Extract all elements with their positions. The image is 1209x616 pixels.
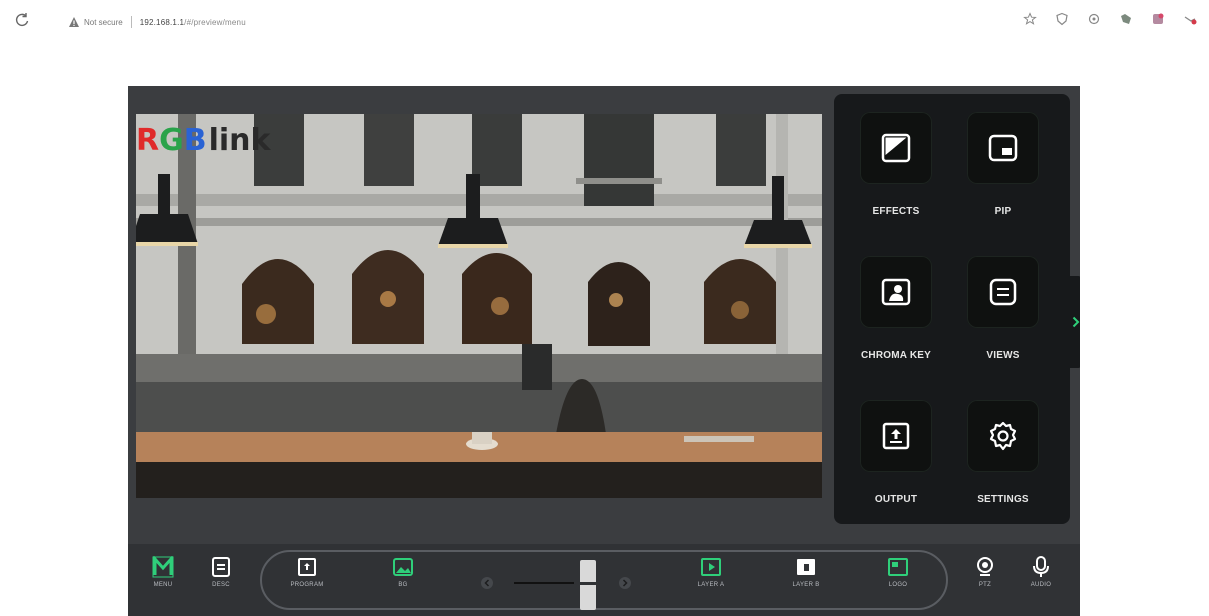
program-label: PROGRAM <box>290 582 324 588</box>
shield-icon[interactable] <box>1055 12 1069 26</box>
profile-extension-icon[interactable] <box>1151 12 1165 26</box>
bg-label: BG <box>398 582 408 588</box>
image-icon <box>393 558 413 576</box>
chevron-right-icon[interactable] <box>618 576 632 590</box>
chevron-left-icon[interactable] <box>480 576 494 590</box>
layer-a-icon <box>701 558 721 576</box>
chroma-key-label: CHROMA KEY <box>861 350 931 361</box>
effects-icon <box>881 133 911 163</box>
browser-toolbar: Not secure 192.168.1.1/#/preview/menu <box>0 0 1209 44</box>
pip-icon <box>988 134 1018 162</box>
microphone-icon <box>1033 556 1049 577</box>
desc-button[interactable]: DESC <box>186 556 256 608</box>
menu-panel: EFFECTS PIP CHROMA KEY VIEWS OUTPUT SETT… <box>834 94 1070 524</box>
browser-extensions <box>1023 12 1197 26</box>
settings-icon <box>989 421 1017 451</box>
document-icon <box>212 557 230 577</box>
logo-button[interactable]: LOGO <box>863 556 933 608</box>
star-icon[interactable] <box>1023 12 1037 26</box>
settings-button[interactable] <box>967 400 1039 472</box>
settings-label: SETTINGS <box>977 494 1029 505</box>
logo-label: LOGO <box>888 582 908 588</box>
logo-b: B <box>183 122 207 158</box>
layer-a-button[interactable]: LAYER A <box>676 556 746 608</box>
url-text: 192.168.1.1/#/preview/menu <box>140 18 246 27</box>
logo-word: link <box>208 122 271 158</box>
url-path: /#/preview/menu <box>184 17 246 27</box>
slider-track <box>514 582 574 584</box>
switcher-app: R G B link EFFECTS PIP CHROMA KEY VIEWS … <box>128 86 1080 616</box>
layer-b-label: LAYER B <box>792 582 820 588</box>
layer-b-icon <box>797 559 815 575</box>
program-button[interactable]: PROGRAM <box>272 556 342 608</box>
rgblink-logo: R G B link <box>136 122 271 158</box>
url-host: 192.168.1.1 <box>139 17 185 27</box>
menu-m-icon <box>152 556 174 578</box>
views-button[interactable] <box>967 256 1039 328</box>
chevron-right-icon <box>1072 316 1080 328</box>
views-label: VIEWS <box>986 350 1020 361</box>
pip-label: PIP <box>994 206 1012 217</box>
program-icon <box>298 558 316 576</box>
video-preview[interactable]: R G B link <box>136 114 822 580</box>
extension-icon[interactable] <box>1119 12 1133 26</box>
logo-icon <box>888 558 908 576</box>
pip-button[interactable] <box>967 112 1039 184</box>
logo-g: G <box>159 122 184 158</box>
warning-icon <box>69 17 79 27</box>
bg-button[interactable]: BG <box>368 556 438 608</box>
logo-r: R <box>136 122 160 158</box>
not-secure-label: Not secure <box>84 17 123 27</box>
preview-image <box>136 114 822 580</box>
chroma-key-icon <box>881 278 911 306</box>
views-icon <box>989 278 1017 306</box>
output-icon <box>882 422 910 450</box>
output-label: OUTPUT <box>874 494 918 505</box>
layer-a-label: LAYER A <box>697 582 725 588</box>
bottom-toolbar: MENU DESC PROGRAM BG LAYER A LAYER B LOG… <box>128 544 1080 616</box>
panel-collapse-handle[interactable] <box>1070 276 1080 368</box>
camera-icon <box>977 557 993 576</box>
divider <box>130 16 132 28</box>
layer-b-button[interactable]: LAYER B <box>771 556 841 608</box>
audio-label: AUDIO <box>1030 582 1052 588</box>
t-bar-slider[interactable] <box>476 560 636 610</box>
output-button[interactable] <box>860 400 932 472</box>
chroma-key-button[interactable] <box>860 256 932 328</box>
reload-icon[interactable] <box>14 12 30 28</box>
effects-label: EFFECTS <box>872 206 920 217</box>
slider-thumb[interactable] <box>580 560 596 610</box>
audio-button[interactable]: AUDIO <box>1006 556 1076 608</box>
effects-button[interactable] <box>860 112 932 184</box>
menu-extension-icon[interactable] <box>1183 12 1197 26</box>
extension-puzzle-icon[interactable] <box>1087 12 1101 26</box>
desc-label: DESC <box>212 582 230 588</box>
